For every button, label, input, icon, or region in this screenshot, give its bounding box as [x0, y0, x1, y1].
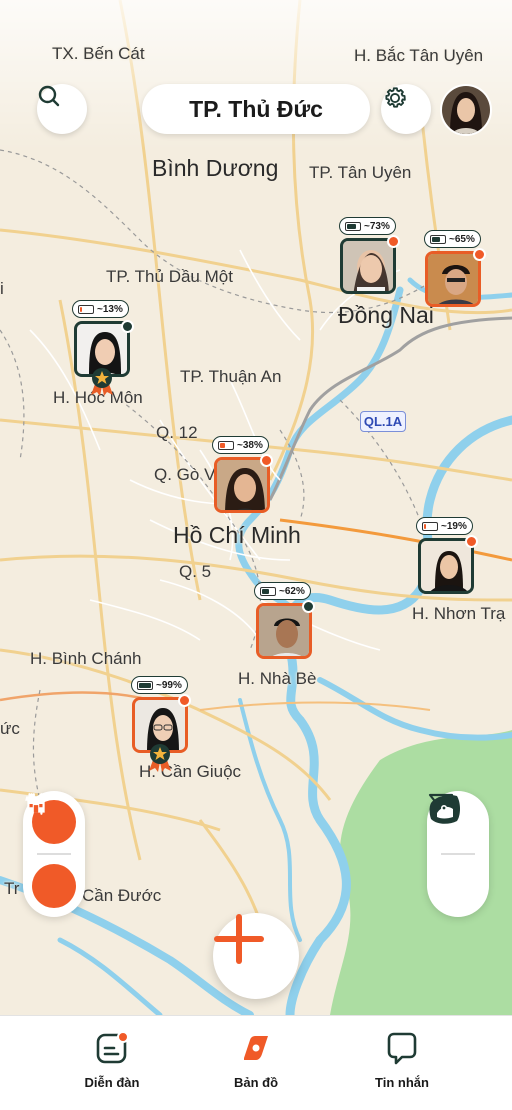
status-dot [302, 600, 315, 613]
friend-avatar [340, 238, 396, 294]
map-label-h-binh-chanh: H. Bình Chánh [30, 649, 142, 668]
map-view[interactable]: TX. Bến Cát H. Bắc Tân Uyên Bình Dương T… [0, 0, 512, 1015]
divider [37, 853, 71, 855]
battery-badge: ~19% [416, 517, 473, 535]
map-label-tx-ben-cat: TX. Bến Cát [52, 44, 145, 63]
status-dot [473, 248, 486, 261]
chat-bubble-icon [387, 1032, 417, 1065]
map-label-h-bac-tan-uyen: H. Bắc Tân Uyên [354, 46, 484, 65]
battery-badge: ~65% [424, 230, 481, 248]
nav-forum-label: Diễn đàn [84, 1075, 140, 1090]
battery-text: ~65% [449, 233, 475, 245]
store-icon [25, 796, 47, 813]
map-label-h-nhon-trach: H. Nhơn Trạ [412, 604, 506, 623]
battery-text: ~19% [441, 520, 467, 532]
battery-level-fill [432, 236, 440, 242]
battery-text: ~38% [237, 439, 263, 451]
map-label-q5: Q. 5 [179, 562, 212, 581]
map-label-tp-tan-uyen: TP. Tân Uyên [309, 163, 412, 182]
right-tools-pill [427, 791, 489, 917]
friend-avatar [425, 251, 481, 307]
battery-badge: ~38% [212, 436, 269, 454]
bottom-nav: Diễn đàn Bản đồ Tin nhắn [0, 1015, 512, 1110]
map-layers-button[interactable] [429, 794, 480, 908]
map-label-ho-chi-minh: Hồ Chí Minh [173, 522, 301, 548]
battery-text: ~13% [97, 303, 123, 315]
nav-map[interactable]: Bản đồ [201, 1030, 311, 1090]
map-label-q12: Q. 12 [156, 423, 198, 442]
map-label-h-nha-be: H. Nhà Bè [238, 669, 317, 688]
map-label-binh-duong: Bình Dương [152, 155, 279, 181]
map-label-dong-nai: Đồng Nai [338, 302, 434, 328]
nav-map-label: Bản đồ [233, 1075, 279, 1090]
user-avatar[interactable] [440, 84, 492, 136]
battery-text: ~73% [364, 220, 390, 232]
search-icon [38, 85, 60, 107]
app-root: TX. Bến Cát H. Bắc Tân Uyên Bình Dương T… [0, 0, 512, 1110]
store-button[interactable] [25, 796, 76, 908]
battery-level-fill [139, 682, 151, 688]
battery-level-fill [262, 588, 270, 594]
battery-level-fill [424, 523, 427, 529]
friend-avatar [418, 538, 474, 594]
gear-icon [385, 87, 406, 108]
nav-messages[interactable]: Tin nhắn [347, 1030, 457, 1090]
award-badge-icon [149, 744, 171, 772]
status-dot [178, 694, 191, 707]
battery-badge: ~13% [72, 300, 129, 318]
map-label-tp-thu-dau-mot: TP. Thủ Dầu Một [106, 267, 233, 286]
status-dot [465, 535, 478, 548]
status-dot [260, 454, 273, 467]
add-button[interactable] [213, 913, 299, 999]
battery-badge: ~73% [339, 217, 396, 235]
battery-level-fill [80, 306, 82, 312]
battery-level-fill [347, 223, 356, 229]
road-shield-ql1a: QL.1A [360, 411, 406, 432]
map-label-tp-thuan-an: TP. Thuận An [180, 367, 282, 386]
map-label-edge-tr: Tr [4, 879, 20, 898]
map-pin-icon [429, 794, 460, 824]
battery-level-fill [220, 442, 225, 448]
nav-forum[interactable]: Diễn đàn [57, 1030, 167, 1090]
map-label-edge-i: i [0, 279, 4, 298]
search-button[interactable] [37, 84, 87, 134]
map-nav-icon [244, 1036, 268, 1060]
map-label-can-duoc: Cần Đước [82, 886, 162, 905]
award-badge-icon [91, 368, 113, 396]
settings-button[interactable] [381, 84, 431, 134]
plus-icon [214, 914, 264, 964]
forum-icon [96, 1031, 129, 1064]
battery-badge: ~99% [131, 676, 188, 694]
status-dot [387, 235, 400, 248]
battery-badge: ~62% [254, 582, 311, 600]
nav-messages-label: Tin nhắn [375, 1075, 429, 1090]
battery-text: ~99% [156, 679, 182, 691]
map-label-edge-rc: ức [0, 719, 20, 738]
location-title[interactable]: TP. Thủ Đức [142, 84, 370, 134]
divider [441, 853, 475, 855]
status-dot [121, 320, 134, 333]
left-tools-pill [23, 791, 85, 917]
battery-text: ~62% [279, 585, 305, 597]
